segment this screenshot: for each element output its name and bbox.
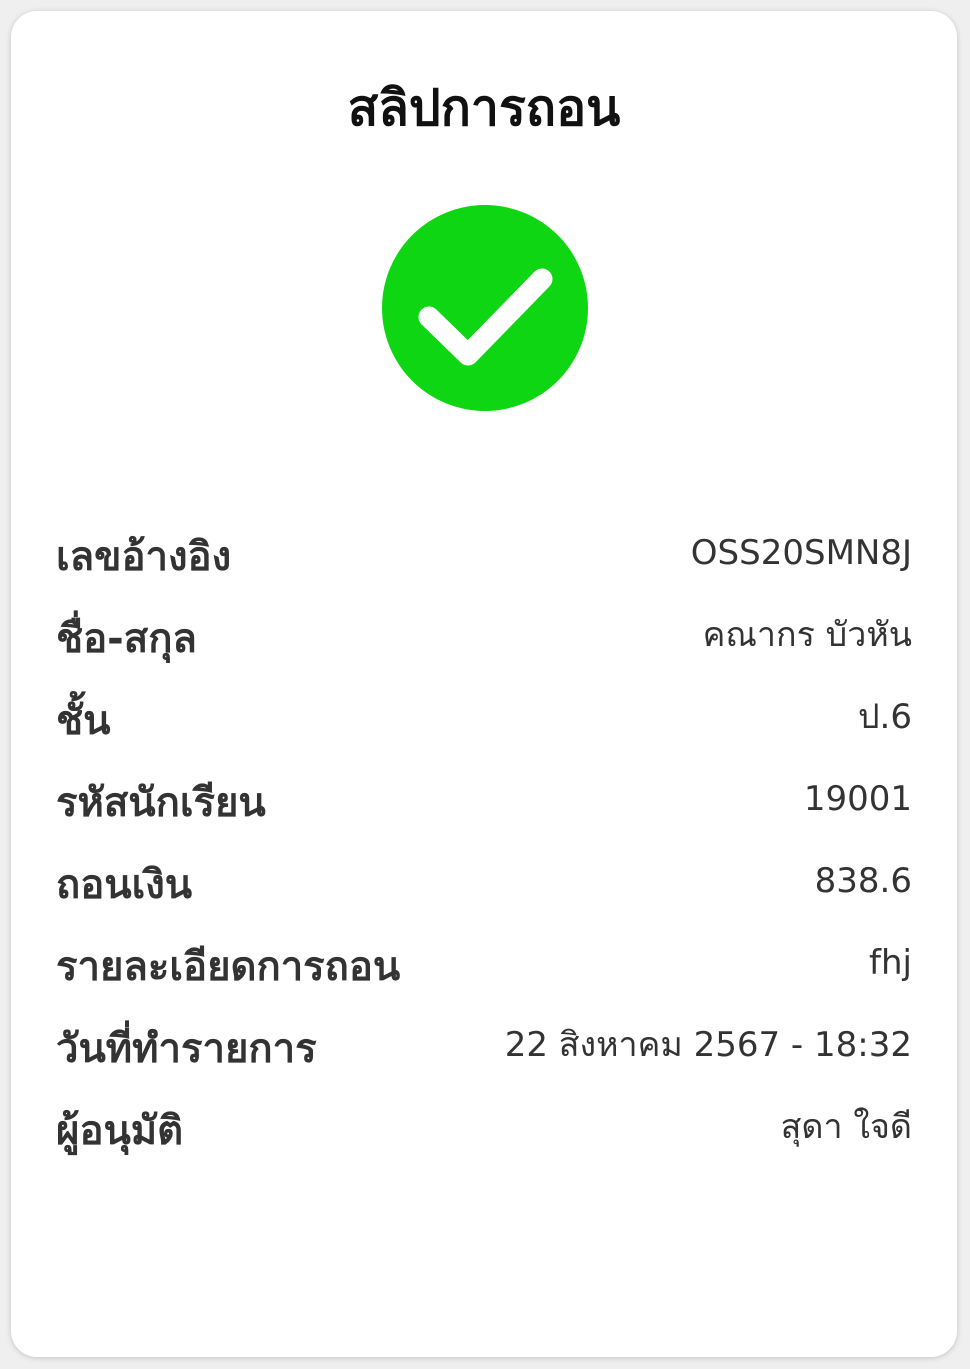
grade-value: ป.6 (857, 697, 912, 737)
detail-row-full-name: ชื่อ-สกุล คณากร บัวหัน (56, 611, 912, 693)
date-label: วันที่ทำรายการ (56, 1026, 317, 1072)
student-id-label: รหัสนักเรียน (56, 780, 266, 826)
reference-value: OSS20SMN8J (690, 533, 912, 573)
full-name-value: คณากร บัวหัน (702, 615, 912, 655)
detail-row-amount: ถอนเงิน 838.6 (56, 857, 912, 939)
slip-title: สลิปการถอน (347, 79, 621, 137)
date-value: 22 สิงหาคม 2567 - 18:32 (504, 1025, 912, 1065)
amount-label: ถอนเงิน (56, 862, 193, 908)
check-circle-icon (382, 205, 588, 411)
grade-label: ชั้น (56, 698, 111, 744)
slip-details: เลขอ้างอิง OSS20SMN8J ชื่อ-สกุล คณากร บั… (56, 529, 912, 1185)
approver-value: สุดา ใจดี (780, 1107, 912, 1147)
description-label: รายละเอียดการถอน (56, 944, 401, 990)
approver-label: ผู้อนุมัติ (56, 1108, 184, 1154)
detail-row-student-id: รหัสนักเรียน 19001 (56, 775, 912, 857)
detail-row-grade: ชั้น ป.6 (56, 693, 912, 775)
detail-row-reference: เลขอ้างอิง OSS20SMN8J (56, 529, 912, 611)
amount-value: 838.6 (814, 861, 912, 901)
description-value: fhj (869, 943, 912, 983)
detail-row-approver: ผู้อนุมัติ สุดา ใจดี (56, 1103, 912, 1185)
detail-row-description: รายละเอียดการถอน fhj (56, 939, 912, 1021)
withdrawal-slip-card: สลิปการถอน เลขอ้างอิง OSS20SMN8J ชื่อ-สก… (11, 11, 957, 1357)
reference-label: เลขอ้างอิง (56, 534, 232, 580)
full-name-label: ชื่อ-สกุล (56, 616, 197, 662)
student-id-value: 19001 (803, 779, 912, 819)
detail-row-date: วันที่ทำรายการ 22 สิงหาคม 2567 - 18:32 (56, 1021, 912, 1103)
